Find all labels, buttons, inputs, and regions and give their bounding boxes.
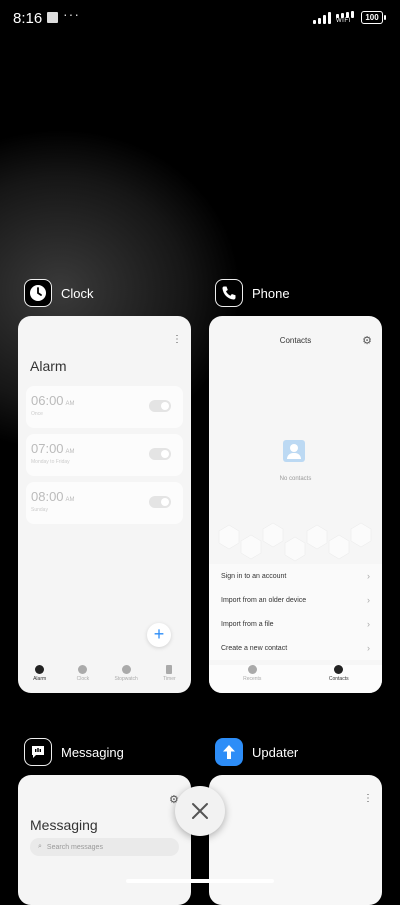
wifi-icon (336, 11, 356, 18)
clock-bottom-nav: Alarm Clock Stopwatch Timer (18, 665, 191, 693)
menu-import-file[interactable]: Import from a file › (209, 612, 382, 636)
alarm-toggle[interactable] (149, 448, 171, 460)
nav-recents[interactable]: Recents (232, 665, 272, 693)
menu-import-device[interactable]: Import from an older device › (209, 588, 382, 612)
search-messages-field[interactable]: ⌕ Search messages (30, 838, 179, 856)
app-name-clock: Clock (61, 285, 94, 301)
contacts-menu: Sign in to an account › Import from an ol… (209, 564, 382, 660)
status-time: 8:16 (13, 10, 43, 27)
chevron-right-icon: › (367, 595, 370, 605)
alarm-icon (35, 665, 45, 674)
nav-contacts[interactable]: Contacts (319, 665, 359, 693)
alarm-repeat: Monday to Friday (31, 459, 70, 465)
nav-stopwatch[interactable]: Stopwatch (106, 665, 146, 693)
app-header-updater[interactable]: Updater (215, 736, 298, 768)
chevron-right-icon: › (367, 619, 370, 629)
more-notifications-icon: ··· (63, 6, 80, 22)
alarm-title: Alarm (30, 358, 67, 374)
nav-clock[interactable]: Clock (63, 665, 103, 693)
recent-card-updater[interactable]: ⋮ (209, 775, 382, 905)
phone-bottom-nav: Recents Contacts (209, 665, 382, 693)
menu-sign-in[interactable]: Sign in to an account › (209, 564, 382, 588)
contact-avatar-icon (283, 440, 305, 462)
alarm-repeat: Once (31, 411, 43, 417)
contacts-title: Contacts (279, 336, 312, 345)
menu-create-contact[interactable]: Create a new contact › (209, 636, 382, 660)
alarm-item[interactable]: 07:00 AM Monday to Friday (26, 434, 183, 476)
notification-icon (47, 12, 58, 23)
hexagon-pattern (218, 522, 372, 562)
settings-gear-icon: ⚙ (362, 335, 372, 347)
recent-card-clock[interactable]: ⋮ Alarm 06:00 AM Once 07:00 AM Monday to F… (18, 316, 191, 693)
alarm-time: 08:00 AM (31, 489, 75, 504)
clear-all-button[interactable] (175, 786, 225, 836)
more-options-icon: ⋮ (363, 793, 373, 804)
cellular-signal-icon (313, 12, 333, 24)
alarm-time: 07:00 AM (31, 441, 75, 456)
phone-icon (215, 279, 243, 307)
clock-icon (78, 665, 88, 674)
alarm-time: 06:00 AM (31, 393, 75, 408)
chevron-right-icon: › (367, 643, 370, 653)
status-bar: 8:16 ··· WIFI 100 (0, 0, 400, 36)
phone-icon (247, 665, 257, 674)
battery-icon: 100 (361, 11, 386, 24)
add-alarm-button[interactable]: + (147, 623, 171, 647)
recent-card-messaging[interactable]: ⚙ Messaging ⌕ Search messages (18, 775, 191, 905)
app-header-phone[interactable]: Phone (215, 277, 290, 309)
app-header-messaging[interactable]: Messaging (24, 736, 124, 768)
app-name-phone: Phone (252, 285, 290, 301)
message-icon (24, 738, 52, 766)
empty-state-text: No contacts (279, 476, 312, 482)
search-icon: ⌕ (38, 843, 42, 850)
chevron-right-icon: › (367, 571, 370, 581)
alarm-item[interactable]: 08:00 AM Sunday (26, 482, 183, 524)
nav-alarm[interactable]: Alarm (20, 665, 60, 693)
alarm-toggle[interactable] (149, 400, 171, 412)
alarm-repeat: Sunday (31, 507, 48, 513)
clock-icon (24, 279, 52, 307)
messaging-title: Messaging (30, 817, 98, 833)
hourglass-icon (166, 665, 173, 674)
alarm-item[interactable]: 06:00 AM Once (26, 386, 183, 428)
wifi-label: WIFI (336, 18, 351, 24)
app-name-messaging: Messaging (61, 744, 124, 760)
alarm-toggle[interactable] (149, 496, 171, 508)
app-name-updater: Updater (252, 744, 299, 760)
recent-card-phone[interactable]: Contacts ⚙ No contacts Sign in to an acc… (209, 316, 382, 693)
nav-timer[interactable]: Timer (149, 665, 189, 693)
arrow-up-icon (215, 738, 243, 766)
stopwatch-icon (121, 665, 131, 674)
more-options-icon: ⋮ (172, 334, 182, 345)
close-icon (192, 803, 208, 819)
app-header-clock[interactable]: Clock (24, 277, 94, 309)
home-indicator[interactable] (126, 879, 274, 883)
person-icon (334, 665, 344, 674)
